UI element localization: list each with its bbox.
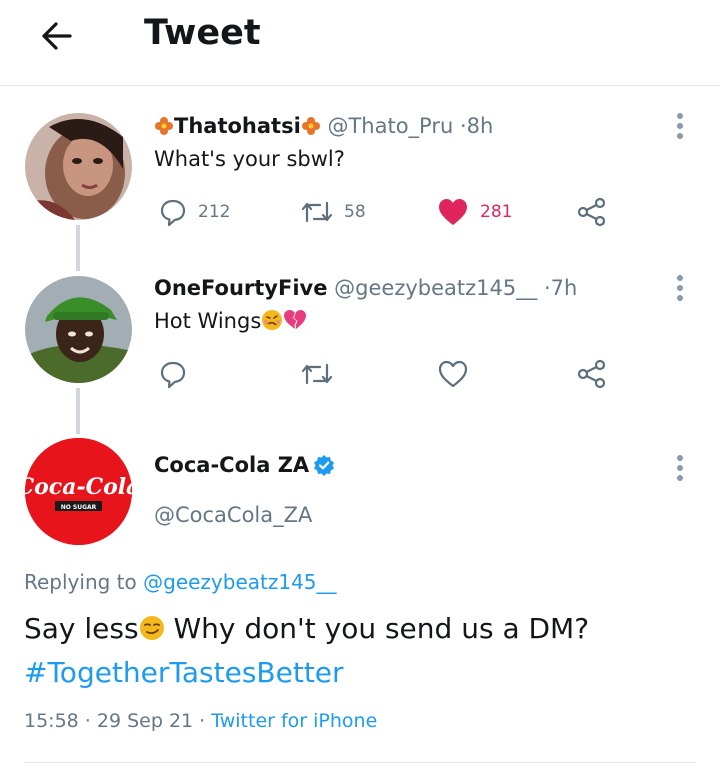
tweet-text-part2: Why don't you send us a DM?	[164, 612, 590, 645]
verified-badge-icon	[313, 454, 335, 481]
tweet-header: Coca-Cola ZA	[154, 453, 335, 481]
tweet-actions: 212 58 281	[154, 192, 624, 232]
like-button[interactable]: 281	[436, 192, 512, 232]
user-handle[interactable]: @Thato_Pru	[327, 114, 453, 138]
tweet-actions	[154, 354, 624, 394]
more-options-icon[interactable]	[668, 452, 692, 492]
tweet-text-content: Hot Wings	[154, 309, 262, 333]
replying-to: Replying to @geezybeatz145__	[24, 570, 337, 594]
woozy-face-emoji-icon	[261, 309, 283, 336]
tweet-meta: 15:58 · 29 Sep 21 · Twitter for iPhone	[24, 710, 377, 732]
tweet-time: 7h	[550, 276, 578, 300]
tweet-header: OneFourtyFive @geezybeatz145__ ·7h	[154, 276, 577, 300]
thread-line	[76, 225, 80, 271]
reply-icon	[160, 199, 186, 227]
separator-dot: ·	[459, 114, 467, 138]
retweet-icon	[301, 363, 333, 385]
page-title: Tweet	[144, 13, 261, 53]
like-count: 281	[480, 202, 513, 222]
retweet-button[interactable]: 58	[300, 192, 366, 232]
flower-icon	[301, 116, 321, 141]
more-options-icon[interactable]	[668, 272, 692, 312]
broken-heart-emoji-icon	[283, 309, 307, 336]
tweet-source-link[interactable]: Twitter for iPhone	[211, 710, 377, 732]
user-handle[interactable]: @geezybeatz145__	[334, 276, 537, 300]
tweet-time: 8h	[466, 114, 494, 138]
replying-to-link[interactable]: @geezybeatz145__	[143, 570, 336, 594]
retweet-count: 58	[344, 202, 366, 222]
hashtag-link[interactable]: #TogetherTastesBetter	[24, 656, 344, 689]
tweet-text: What's your sbwl?	[154, 147, 345, 171]
reply-button[interactable]: 212	[158, 192, 230, 232]
avatar[interactable]	[25, 113, 132, 220]
display-name[interactable]: OneFourtyFive	[154, 276, 327, 300]
heart-filled-icon	[439, 199, 467, 225]
more-options-icon[interactable]	[668, 110, 692, 150]
tweet-text-part1: Say less	[24, 612, 139, 645]
flower-icon	[154, 116, 174, 141]
replying-prefix: Replying to	[24, 570, 137, 594]
share-button[interactable]	[576, 354, 608, 394]
coca-cola-logo: Coca-Cola	[25, 474, 132, 500]
no-sugar-label: NO SUGAR	[61, 504, 97, 511]
retweet-icon	[301, 201, 333, 223]
display-name[interactable]: Coca-Cola ZA	[154, 453, 309, 477]
tweet-text: Hot Wings	[154, 309, 307, 336]
separator-dot: ·	[543, 276, 551, 300]
reply-button[interactable]	[158, 354, 188, 394]
smirk-face-emoji-icon	[139, 615, 165, 648]
share-icon	[577, 197, 606, 227]
tweet-text: Say less Why don't you send us a DM?	[24, 612, 589, 648]
heart-outline-icon	[438, 360, 468, 388]
tweet-handle-row: @CocaCola_ZA	[154, 503, 312, 527]
share-button[interactable]	[576, 192, 608, 232]
back-arrow-icon[interactable]	[36, 14, 80, 58]
thread-line	[76, 388, 80, 434]
avatar[interactable]	[25, 276, 132, 383]
reply-icon	[160, 361, 186, 389]
divider	[24, 762, 696, 763]
share-icon	[577, 359, 606, 389]
top-app-bar: Tweet	[0, 0, 720, 86]
like-button[interactable]	[436, 354, 470, 394]
user-handle[interactable]: @CocaCola_ZA	[154, 503, 312, 527]
tweet-timestamp: 15:58 · 29 Sep 21	[24, 710, 194, 732]
reply-count: 212	[198, 202, 231, 222]
display-name[interactable]: Thatohatsi	[174, 114, 301, 138]
tweet-header: Thatohatsi @Thato_Pru ·8h	[154, 114, 493, 141]
separator-dot: ·	[199, 710, 206, 732]
avatar[interactable]: Coca-Cola NO SUGAR	[25, 438, 132, 545]
retweet-button[interactable]	[300, 354, 334, 394]
